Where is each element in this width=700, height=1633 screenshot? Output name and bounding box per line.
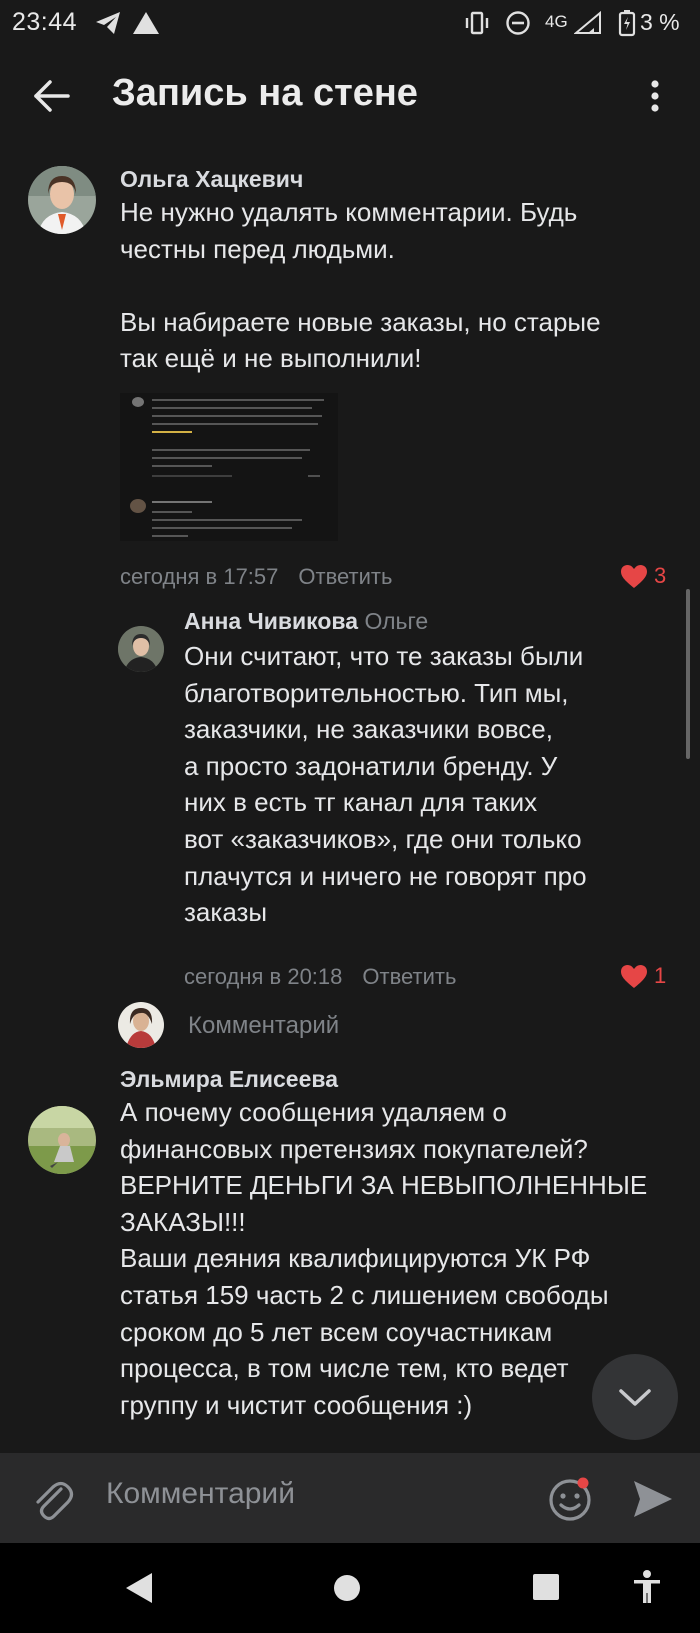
warning-triangle-icon xyxy=(132,10,160,41)
nav-back-button[interactable] xyxy=(124,1571,156,1610)
comments-list: Ольга Хацкевич Не нужно удалять коммента… xyxy=(0,146,700,1453)
square-recents-icon xyxy=(533,1574,559,1600)
avatar[interactable] xyxy=(28,166,96,234)
system-navigation-bar xyxy=(0,1543,700,1633)
comment-meta: сегодня в 20:18 Ответить xyxy=(184,964,456,990)
battery-icon xyxy=(618,9,636,42)
signal-icon xyxy=(573,10,604,40)
emoji-button[interactable] xyxy=(546,1475,594,1523)
heart-icon xyxy=(621,964,647,988)
emoji-icon xyxy=(549,1477,591,1521)
status-bar: 23:44 4G 3 % xyxy=(0,0,700,46)
like-count: 1 xyxy=(654,963,667,989)
do-not-disturb-icon xyxy=(505,10,531,41)
battery-percent: 3 % xyxy=(640,9,680,35)
comment-input[interactable]: Комментарий xyxy=(106,1477,295,1511)
reply-to-label[interactable]: Ольге xyxy=(364,608,428,634)
nav-home-button[interactable] xyxy=(332,1573,362,1608)
vibrate-icon xyxy=(463,10,491,41)
comment-author: Анна Чивикова Ольге xyxy=(184,608,428,635)
telegram-icon xyxy=(94,10,122,41)
attached-screenshot[interactable] xyxy=(120,393,338,541)
like-button[interactable]: 1 xyxy=(620,962,666,989)
more-options-button[interactable] xyxy=(640,76,670,116)
top-app-bar: Запись на стене xyxy=(0,46,700,146)
heart-icon xyxy=(621,564,647,588)
nav-recents-button[interactable] xyxy=(532,1573,560,1606)
scroll-down-button[interactable] xyxy=(592,1354,678,1440)
attach-button[interactable] xyxy=(28,1473,76,1525)
network-type: 4G xyxy=(545,12,568,31)
reply-author-name[interactable]: Анна Чивикова xyxy=(184,608,358,634)
comment-author[interactable]: Ольга Хацкевич xyxy=(120,166,303,193)
comment-meta: сегодня в 17:57 Ответить xyxy=(120,564,392,590)
comment-time: сегодня в 17:57 xyxy=(120,564,279,589)
reply-button[interactable]: Ответить xyxy=(362,964,456,989)
paperclip-icon xyxy=(36,1481,74,1521)
triangle-back-icon xyxy=(126,1573,152,1603)
like-button[interactable]: 3 xyxy=(620,562,666,589)
avatar[interactable] xyxy=(118,626,164,672)
status-time: 23:44 xyxy=(12,8,78,36)
more-vertical-icon xyxy=(651,80,659,112)
comment-composer: Комментарий xyxy=(0,1453,700,1543)
send-icon xyxy=(634,1481,672,1517)
scrollbar[interactable] xyxy=(686,589,690,759)
thread-reply-field[interactable]: Комментарий xyxy=(188,1012,339,1040)
accessibility-icon xyxy=(634,1570,660,1603)
send-button[interactable] xyxy=(630,1477,676,1521)
comment-author[interactable]: Эльмира Елисеева xyxy=(120,1066,338,1093)
comment-text: Они считают, что те заказы были благотво… xyxy=(184,641,587,928)
comment-time: сегодня в 20:18 xyxy=(184,964,343,989)
like-count: 3 xyxy=(654,563,667,589)
avatar[interactable] xyxy=(28,1106,96,1174)
page-title: Запись на стене xyxy=(112,72,418,114)
reply-button[interactable]: Ответить xyxy=(298,564,392,589)
comment-text: Не нужно удалять комментарии. Будь честн… xyxy=(120,197,601,374)
nav-accessibility-button[interactable] xyxy=(632,1569,662,1610)
own-avatar xyxy=(118,1002,164,1048)
circle-home-icon xyxy=(334,1575,360,1601)
chevron-down-icon xyxy=(619,1389,651,1406)
back-button[interactable] xyxy=(28,72,80,120)
back-arrow-icon xyxy=(34,80,70,112)
